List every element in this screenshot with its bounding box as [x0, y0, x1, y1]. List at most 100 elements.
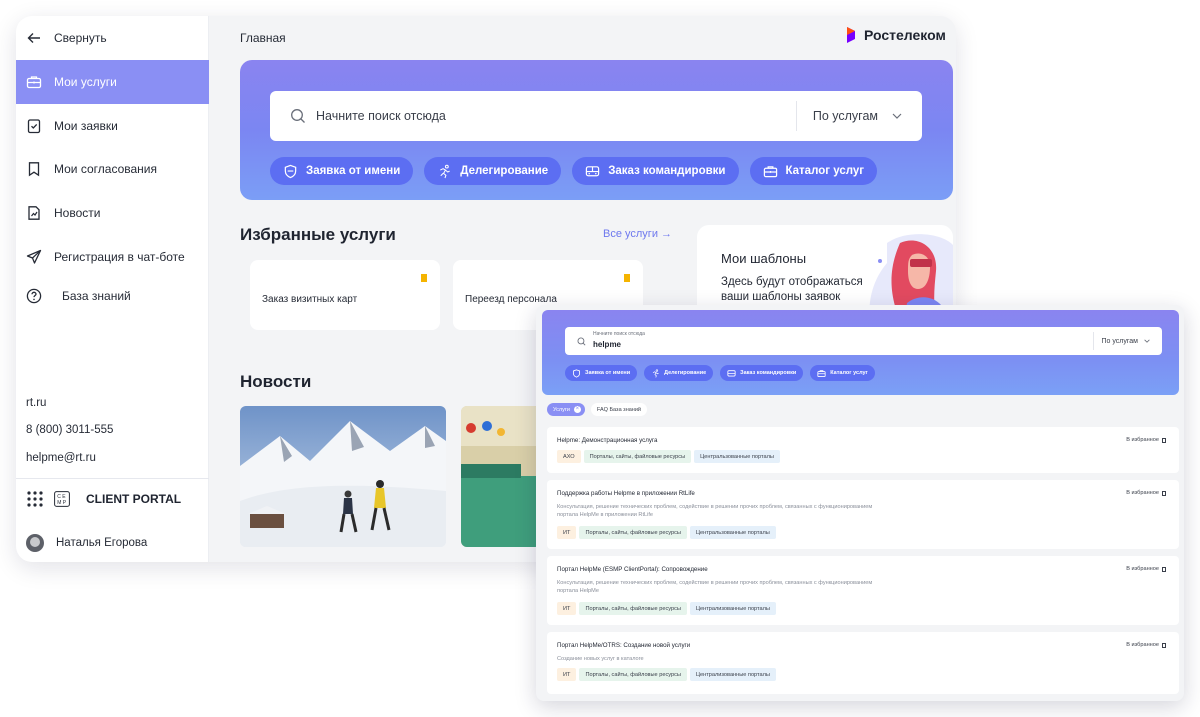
tag: Централизованные порталы: [689, 668, 776, 681]
tag: Порталы, сайты, файловые ресурсы: [579, 602, 687, 615]
briefcase-icon: [26, 76, 42, 89]
quick-action-catalog[interactable]: Каталог услуг: [810, 365, 875, 381]
chip-label: Делегирование: [664, 370, 707, 376]
add-to-favorites-label: В избранное: [1126, 437, 1159, 443]
search-scope-select[interactable]: По услугам: [795, 101, 922, 131]
search-input[interactable]: Начните поиск отсюда: [316, 109, 796, 123]
bookmark-icon: [1162, 490, 1166, 496]
client-portal-switcher[interactable]: C E M P CLIENT PORTAL: [26, 490, 181, 508]
search-scope-value: По услугам: [812, 109, 878, 123]
sidebar-item-chatbot[interactable]: Регистрация в чат-боте: [16, 235, 209, 279]
quick-action-delegation[interactable]: Делегирование: [424, 157, 562, 185]
close-icon[interactable]: ×: [573, 406, 581, 413]
results-search-bar[interactable]: Начните поиск отсюда helpme По услугам: [565, 327, 1162, 355]
add-to-favorites-button[interactable]: В избранное: [1126, 642, 1166, 648]
favorite-card-title: Переезд персонала: [465, 294, 557, 305]
quick-action-business-trip[interactable]: Заказ командировки: [572, 157, 739, 185]
shield-icon: [284, 164, 297, 178]
chip-label: Каталог услуг: [785, 165, 865, 177]
result-title[interactable]: Helpme: Демонстрационная услуга: [557, 437, 657, 444]
tag: ИТ: [557, 602, 577, 615]
apps-grid-icon: [27, 491, 43, 507]
quick-action-business-trip[interactable]: Заказ командировки: [720, 365, 804, 381]
tag: Порталы, сайты, файловые ресурсы: [579, 526, 687, 539]
favorite-card[interactable]: Заказ визитных карт: [250, 260, 440, 330]
result-card[interactable]: Портал HelpMe (ESMP ClientPortal): Сопро…: [547, 556, 1179, 625]
news-image-ski[interactable]: [240, 406, 446, 547]
sidebar-item-label: База знаний: [62, 289, 131, 303]
add-to-favorites-button[interactable]: В избранное: [1126, 437, 1166, 443]
add-to-favorites-button[interactable]: В избранное: [1126, 566, 1166, 572]
collapse-button[interactable]: Свернуть: [16, 16, 209, 60]
portal-title: CLIENT PORTAL: [86, 492, 182, 506]
chip-label: Каталог услуг: [830, 370, 868, 376]
result-tags: ИТ Порталы, сайты, файловые ресурсы Цент…: [557, 602, 776, 615]
shield-icon: [572, 368, 581, 378]
runner-icon: [652, 368, 659, 378]
rostelecom-logo[interactable]: Ростелеком: [846, 26, 946, 44]
result-tags: ИТ Порталы, сайты, файловые ресурсы Цент…: [557, 526, 776, 539]
sidebar-divider: [16, 478, 209, 479]
favorite-card-title: Заказ визитных карт: [262, 294, 358, 305]
result-title[interactable]: Портал HelpMe/OTRS: Создание новой услуг…: [557, 642, 690, 649]
results-scope-value: По услугам: [1101, 337, 1138, 345]
chip-label: Делегирование: [460, 165, 549, 177]
tag: ИТ: [557, 668, 577, 681]
bus-icon: [727, 369, 736, 376]
quick-action-catalog[interactable]: Каталог услуг: [749, 157, 878, 185]
support-email[interactable]: helpme@rt.ru: [26, 452, 96, 464]
all-services-link[interactable]: Все услуги →: [603, 228, 672, 240]
results-search-hero: Начните поиск отсюда helpme По услугам З…: [542, 310, 1179, 395]
rostelecom-logo-mark: [847, 27, 855, 43]
site-link[interactable]: rt.ru: [26, 397, 46, 409]
sidebar-item-label: Регистрация в чат-боте: [54, 250, 185, 264]
clipboard-check-icon: [27, 119, 41, 134]
phone-number: 8 (800) 3011-555: [26, 424, 114, 436]
chip-label: Заявка от имени: [306, 165, 401, 177]
results-search-label: Начните поиск отсюда: [593, 331, 645, 337]
filter-faq[interactable]: FAQ База знаний: [590, 403, 647, 416]
bookmark-icon[interactable]: [624, 274, 630, 282]
news-image-office[interactable]: [461, 406, 541, 547]
result-title[interactable]: Портал HelpMe (ESMP ClientPortal): Сопро…: [557, 566, 708, 573]
add-to-favorites-label: В избранное: [1126, 490, 1159, 496]
send-icon: [26, 249, 42, 264]
favorites-title: Избранные услуги: [240, 225, 396, 244]
chevron-down-icon: [892, 113, 902, 119]
result-card[interactable]: Портал HelpMe/OTRS: Создание новой услуг…: [547, 632, 1179, 694]
bookmark-icon: [1162, 642, 1166, 648]
user-profile[interactable]: Наталья Егорова: [26, 534, 147, 552]
search-bar[interactable]: Начните поиск отсюда По услугам: [270, 91, 922, 141]
filter-services[interactable]: Услуги ×: [547, 403, 585, 416]
quick-action-on-behalf[interactable]: Заявка от имени: [565, 365, 638, 381]
result-card[interactable]: Helpme: Демонстрационная услуга В избран…: [547, 427, 1179, 473]
result-filters: Услуги × FAQ База знаний: [547, 403, 647, 416]
result-title[interactable]: Поддержка работы Helpme в приложении RtL…: [557, 490, 695, 497]
sidebar-item-news[interactable]: Новости: [16, 191, 209, 235]
sidebar-item-knowledge-base[interactable]: База знаний: [16, 274, 209, 318]
bookmark-icon: [28, 162, 40, 177]
bookmark-icon: [1162, 566, 1166, 572]
portal-logo-bottom-letters: M P: [57, 500, 67, 506]
results-search-input[interactable]: helpme: [593, 340, 621, 349]
tag: ИТ: [557, 526, 577, 539]
result-card[interactable]: Поддержка работы Helpme в приложении RtL…: [547, 480, 1179, 549]
search-results-window: Начните поиск отсюда helpme По услугам З…: [536, 305, 1184, 701]
sidebar-item-my-requests[interactable]: Мои заявки: [16, 104, 209, 148]
search-icon: [577, 337, 586, 346]
sidebar: Свернуть Мои услуги Мои заявки Мои согла…: [16, 16, 209, 562]
results-scope-select[interactable]: По услугам: [1092, 332, 1162, 350]
result-tags: ИТ Порталы, сайты, файловые ресурсы Цент…: [557, 668, 776, 681]
news-title: Новости: [240, 372, 312, 391]
breadcrumb[interactable]: Главная: [240, 31, 286, 45]
bus-icon: [586, 165, 600, 176]
sidebar-item-approvals[interactable]: Мои согласования: [16, 147, 209, 191]
sidebar-item-my-services[interactable]: Мои услуги: [16, 60, 209, 104]
quick-action-on-behalf[interactable]: Заявка от имени: [270, 157, 414, 185]
quick-action-delegation[interactable]: Делегирование: [644, 365, 714, 381]
arrow-left-icon: [27, 33, 40, 43]
add-to-favorites-button[interactable]: В избранное: [1126, 490, 1166, 496]
search-hero: Начните поиск отсюда По услугам Заявка о…: [240, 60, 953, 200]
bookmark-icon[interactable]: [421, 274, 427, 282]
tag: Централизованные порталы: [689, 602, 776, 615]
